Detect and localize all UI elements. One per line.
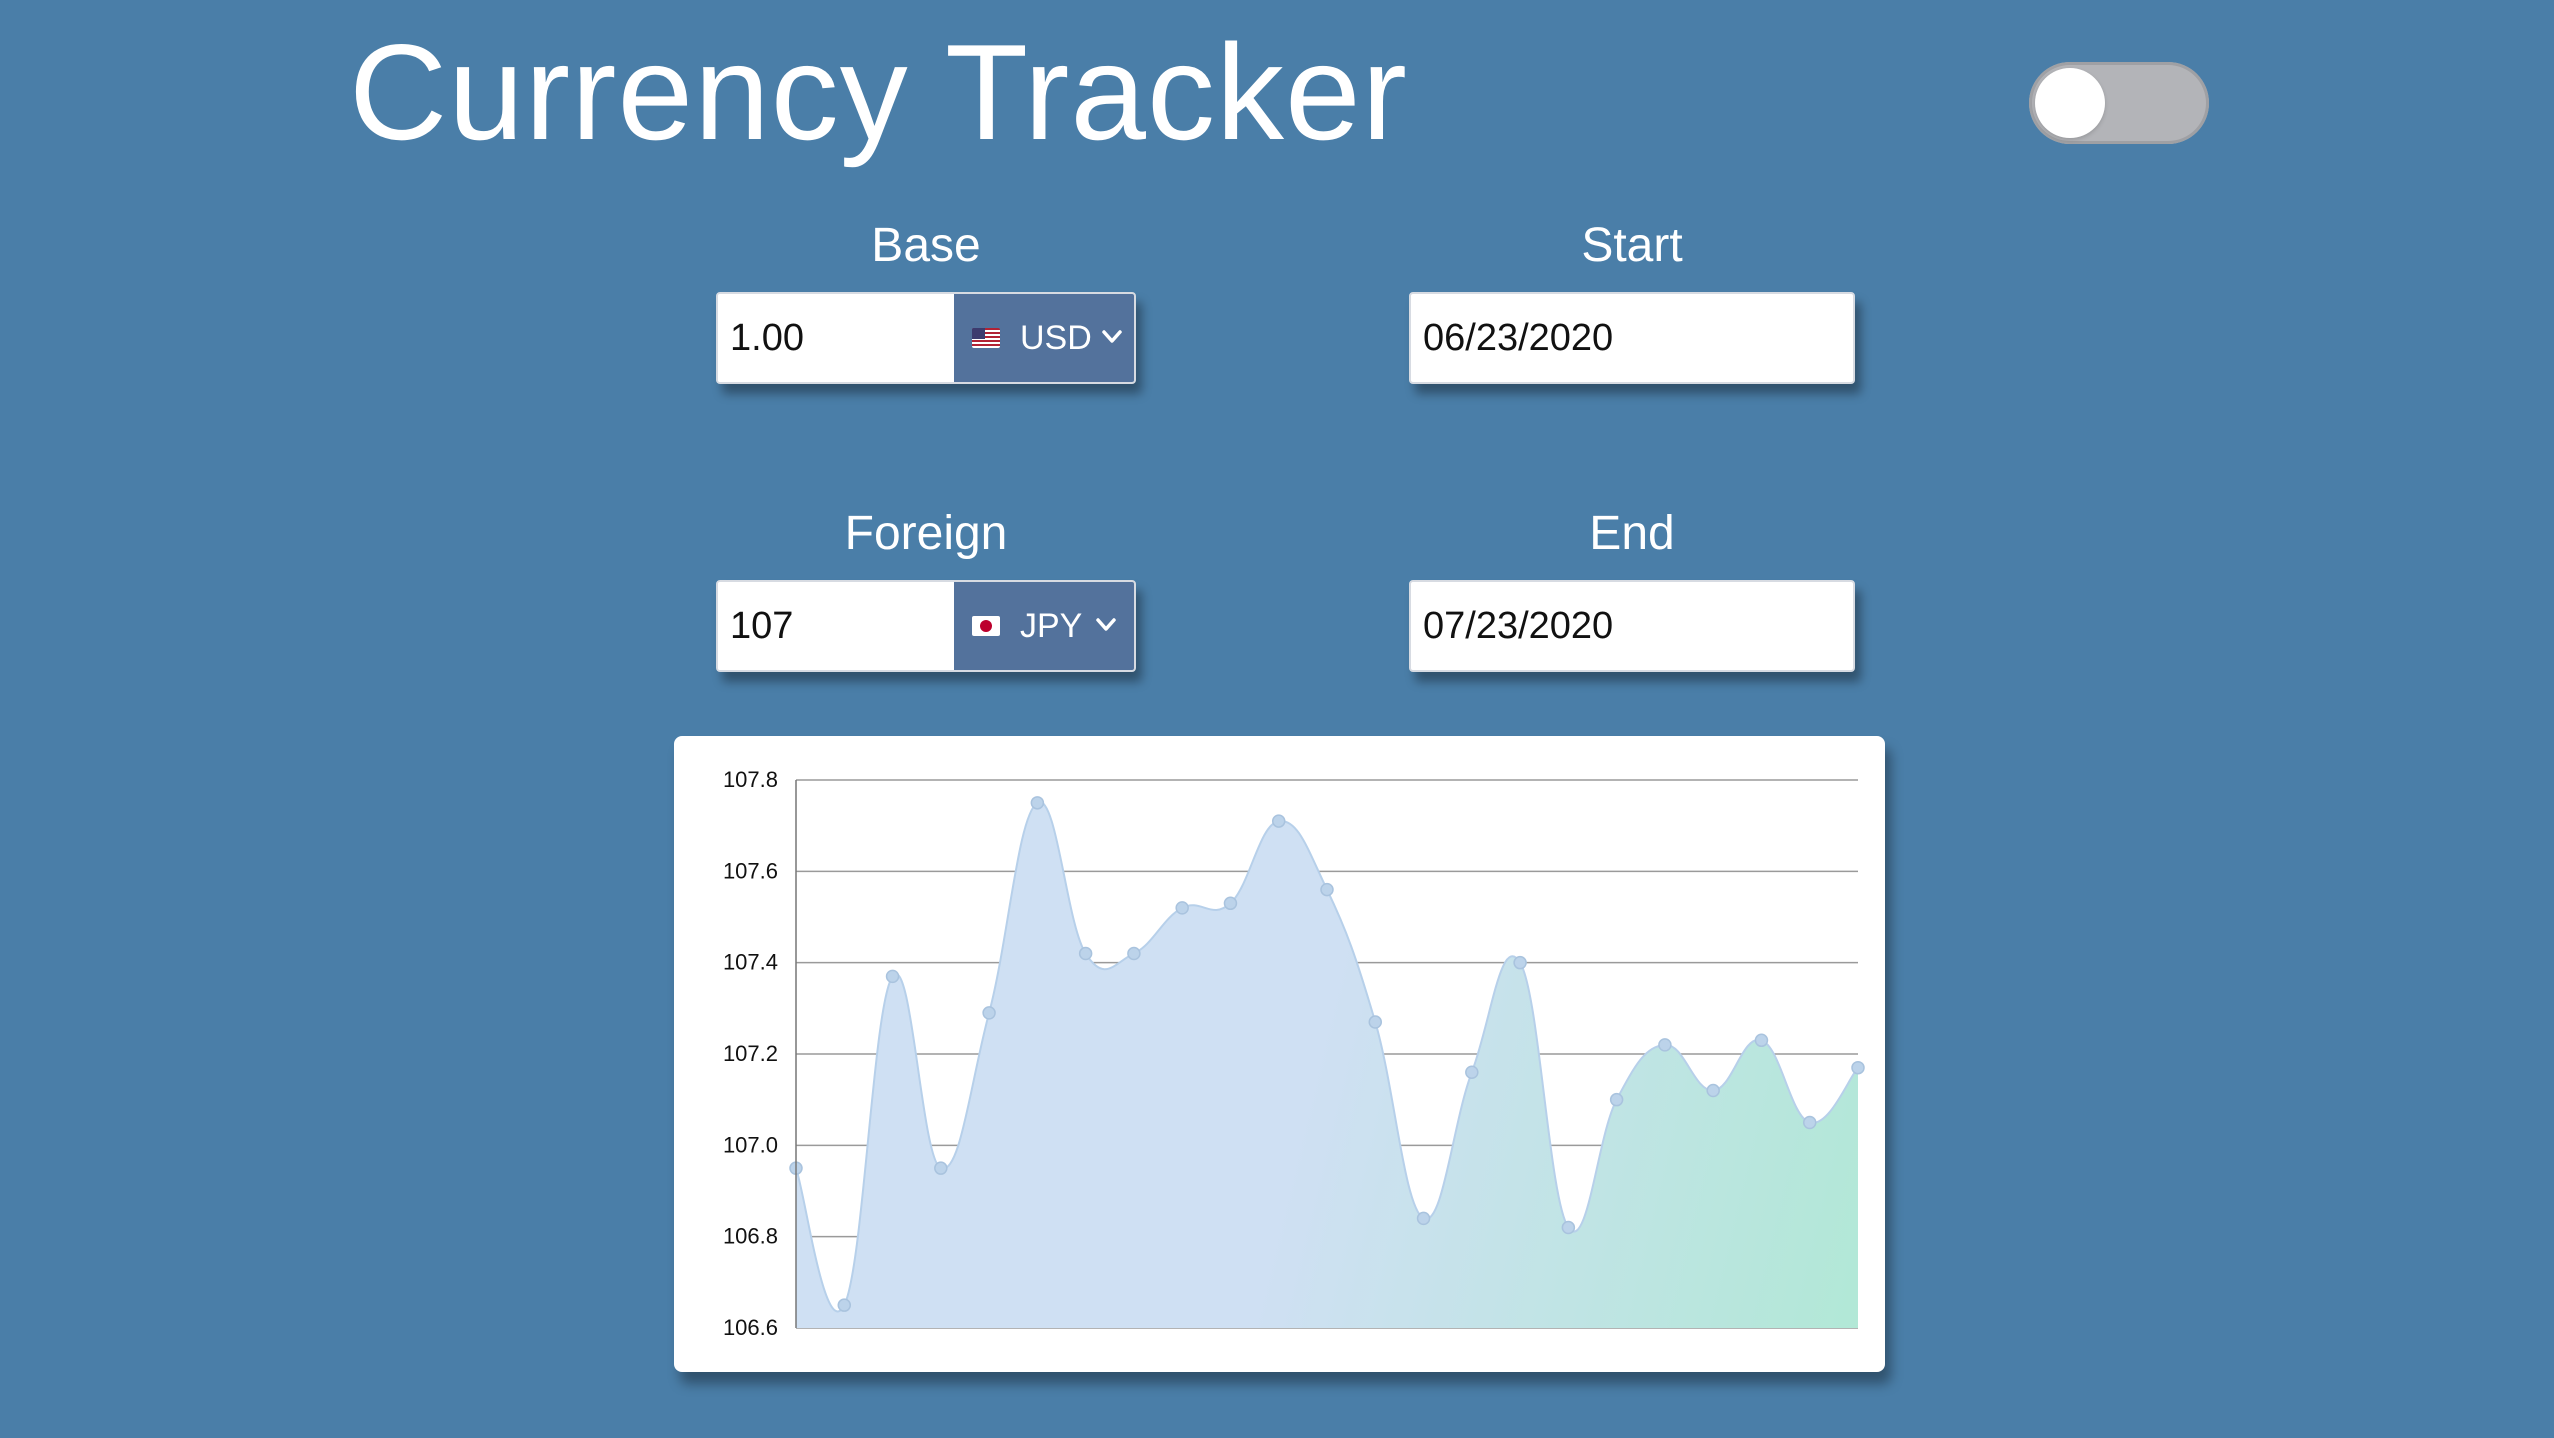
y-tick-label: 106.6 [723,1315,778,1340]
data-point[interactable] [885,969,900,984]
foreign-currency-code: JPY [1020,606,1083,645]
foreign-label: Foreign [844,507,1008,560]
data-point[interactable] [1465,1065,1479,1080]
data-point[interactable] [1706,1083,1720,1098]
y-tick-label: 107.6 [723,858,778,883]
foreign-amount-group: JPY [716,580,1136,672]
chart-svg: 107.8 107.6 107.4 107.2 107.0 106.8 106.6 [723,767,1865,1340]
data-point[interactable] [1609,1092,1624,1107]
chevron-down-icon [1096,618,1116,631]
chevron-down-icon [1102,330,1122,343]
y-tick-label: 106.8 [723,1224,778,1249]
y-axis: 107.8 107.6 107.4 107.2 107.0 106.8 106.6 [723,767,797,1340]
base-currency-code: USD [1020,318,1092,357]
toggle-knob [2035,68,2105,138]
base-currency-select[interactable]: USD [954,294,1134,382]
jp-flag-icon [972,616,1000,636]
data-point[interactable] [1030,796,1045,810]
us-flag-icon [972,328,1000,348]
data-point[interactable] [1223,896,1238,911]
end-label: End [1589,507,1675,560]
data-point[interactable] [1320,882,1334,897]
data-point[interactable] [1127,946,1141,961]
start-date-group [1409,292,1924,384]
y-tick-label: 107.8 [723,767,778,792]
data-point[interactable] [934,1161,948,1175]
data-point[interactable] [982,1006,996,1020]
start-label: Start [1581,219,1683,272]
data-point[interactable] [1271,814,1286,828]
start-date-input[interactable] [1411,294,1924,382]
area-fill [796,802,1858,1328]
theme-toggle[interactable] [2029,62,2209,144]
data-point[interactable] [1561,1220,1576,1235]
data-point[interactable] [837,1298,852,1312]
page-title: Currency Tracker [349,16,1408,168]
end-date-input[interactable] [1411,582,1924,670]
data-point[interactable] [1754,1033,1769,1048]
exchange-rate-chart: 107.8 107.6 107.4 107.2 107.0 106.8 106.6 [674,736,1885,1372]
foreign-currency-select[interactable]: JPY [954,582,1134,670]
foreign-amount-input[interactable] [718,582,954,670]
y-tick-label: 107.0 [723,1132,778,1157]
data-point[interactable] [1513,955,1527,970]
data-point[interactable] [1368,1015,1383,1029]
base-amount-input[interactable] [718,294,954,382]
base-amount-group: USD [716,292,1136,384]
data-point[interactable] [1658,1038,1672,1052]
y-tick-label: 107.2 [723,1041,778,1066]
y-tick-label: 107.4 [723,950,778,975]
end-date-group [1409,580,1924,672]
data-point[interactable] [1078,946,1093,961]
data-point[interactable] [1802,1115,1817,1130]
data-point[interactable] [1416,1211,1431,1226]
area-series [795,801,1859,1328]
base-label: Base [871,219,981,272]
data-point[interactable] [1175,901,1189,915]
data-point[interactable] [1851,1060,1865,1075]
